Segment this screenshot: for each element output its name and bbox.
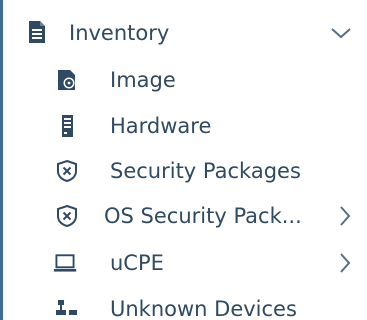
network-devices-icon [55,297,79,320]
sidebar-item-label: Unknown Devices [110,297,297,320]
chevron-right-icon[interactable] [333,251,357,275]
sidebar-item-image[interactable]: Image [3,57,367,103]
sidebar-item-ucpe[interactable]: uCPE [3,240,367,286]
sidebar-item-security-packages[interactable]: Security Packages [3,148,367,194]
chevron-down-icon[interactable] [329,21,353,45]
shield-x-icon [55,204,79,228]
nav-section-label: Inventory [69,21,170,45]
nav-section-inventory[interactable]: Inventory [3,10,367,56]
chevron-right-icon[interactable] [333,204,357,228]
document-icon [25,20,49,44]
laptop-icon [53,251,77,275]
sidebar-item-os-security-packages[interactable]: OS Security Pack... [3,193,367,239]
sidebar-item-label: Hardware [110,114,212,138]
sidebar-item-unknown-devices[interactable]: Unknown Devices [3,286,367,320]
shield-x-icon [55,159,79,183]
server-tower-icon [55,114,79,138]
sidebar-item-label: uCPE [110,251,164,275]
sidebar-item-label: Image [110,68,176,92]
sidebar-item-hardware[interactable]: Hardware [3,103,367,149]
sidebar-item-label: Security Packages [110,159,301,183]
disk-image-icon [55,68,79,92]
inventory-nav-panel: Inventory Image Hardware Security Packag… [0,0,367,320]
sidebar-item-label: OS Security Pack... [104,204,302,228]
